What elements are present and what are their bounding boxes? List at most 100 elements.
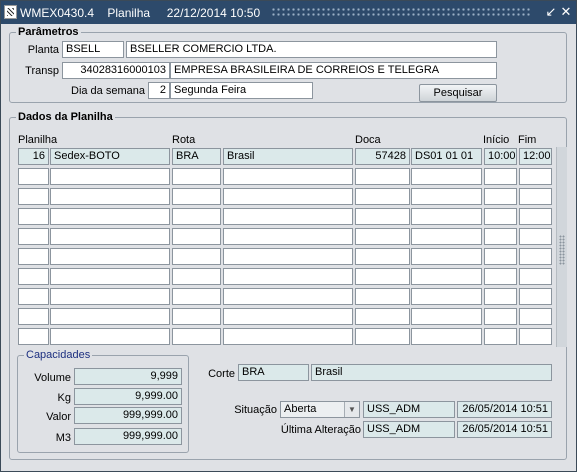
dia-num-field[interactable]: 2	[148, 82, 170, 99]
grid-cell-inicio[interactable]	[484, 208, 517, 225]
grid-cell-doca-name[interactable]	[411, 288, 482, 305]
grid-cell-desc[interactable]	[50, 168, 170, 185]
grid-cell-desc[interactable]	[50, 228, 170, 245]
grid-cell-rota[interactable]	[172, 308, 221, 325]
grid-cell-planilha[interactable]	[18, 208, 49, 225]
close-icon[interactable]: ✕	[559, 4, 573, 20]
title-bar[interactable]: WMEX0430.4 Planilha 22/12/2014 10:50 ↙ ✕	[1, 1, 576, 24]
chevron-down-icon[interactable]: ▼	[344, 402, 359, 417]
situacao-select[interactable]: Aberta ▼	[280, 401, 360, 418]
grid-cell-planilha[interactable]	[18, 248, 49, 265]
situacao-user-field[interactable]: USS_ADM	[363, 401, 455, 418]
ultima-user-field[interactable]: USS_ADM	[363, 421, 455, 438]
grid-cell-doca[interactable]	[355, 328, 410, 345]
pesquisar-button[interactable]: Pesquisar	[419, 84, 497, 102]
grid-cell-rota-name[interactable]	[223, 308, 353, 325]
ultima-date-field[interactable]: 26/05/2014 10:51	[457, 421, 552, 438]
grid-cell-planilha[interactable]	[18, 268, 49, 285]
grid-cell-inicio[interactable]	[484, 328, 517, 345]
grid-cell-doca[interactable]	[355, 288, 410, 305]
grid-cell-rota-name[interactable]: Brasil	[223, 148, 353, 165]
grid-cell-desc[interactable]: Sedex-BOTO	[50, 148, 170, 165]
grid-cell-doca-name[interactable]	[411, 228, 482, 245]
grid-cell-doca[interactable]	[355, 248, 410, 265]
grid-cell-inicio[interactable]	[484, 248, 517, 265]
grid-cell-planilha[interactable]	[18, 168, 49, 185]
grid-cell-desc[interactable]	[50, 188, 170, 205]
grid-cell-planilha[interactable]: 16	[18, 148, 49, 165]
grid-cell-desc[interactable]	[50, 268, 170, 285]
grid-cell-rota-name[interactable]	[223, 248, 353, 265]
grid-cell-rota[interactable]	[172, 228, 221, 245]
grid-cell-doca-name[interactable]	[411, 168, 482, 185]
grid-cell-fim[interactable]	[519, 268, 552, 285]
grid-cell-rota-name[interactable]	[223, 168, 353, 185]
grid-cell-rota-name[interactable]	[223, 268, 353, 285]
grid-cell-rota[interactable]	[172, 168, 221, 185]
grid-cell-rota[interactable]	[172, 248, 221, 265]
m3-field[interactable]: 999,999.00	[74, 428, 182, 445]
grid-cell-doca-name[interactable]	[411, 268, 482, 285]
grid-cell-doca-name[interactable]	[411, 308, 482, 325]
grid-cell-inicio[interactable]	[484, 288, 517, 305]
kg-field[interactable]: 9,999.00	[74, 388, 182, 405]
grid-cell-doca[interactable]	[355, 228, 410, 245]
grid-cell-planilha[interactable]	[18, 288, 49, 305]
grid-cell-desc[interactable]	[50, 288, 170, 305]
grid-cell-inicio[interactable]	[484, 168, 517, 185]
grid-cell-fim[interactable]	[519, 308, 552, 325]
grid-cell-desc[interactable]	[50, 308, 170, 325]
grid-cell-rota-name[interactable]	[223, 288, 353, 305]
grid-cell-rota-name[interactable]	[223, 228, 353, 245]
planta-name-field[interactable]: BSELLER COMERCIO LTDA.	[126, 41, 497, 58]
grid-cell-fim[interactable]	[519, 228, 552, 245]
grid-cell-inicio[interactable]	[484, 308, 517, 325]
grid-cell-rota[interactable]	[172, 188, 221, 205]
grid-cell-desc[interactable]	[50, 208, 170, 225]
grid-cell-fim[interactable]	[519, 168, 552, 185]
grid-cell-fim[interactable]	[519, 248, 552, 265]
transp-name-field[interactable]: EMPRESA BRASILEIRA DE CORREIOS E TELEGRA	[170, 62, 497, 79]
situacao-date-field[interactable]: 26/05/2014 10:51	[457, 401, 552, 418]
grid-cell-desc[interactable]	[50, 248, 170, 265]
grid-cell-doca-name[interactable]	[411, 208, 482, 225]
grid-cell-desc[interactable]	[50, 328, 170, 345]
grid-cell-doca[interactable]: 57428	[355, 148, 410, 165]
grid-cell-rota-name[interactable]	[223, 328, 353, 345]
planta-code-field[interactable]: BSELL	[62, 41, 124, 58]
grid-cell-doca-name[interactable]	[411, 188, 482, 205]
corte-name-field[interactable]: Brasil	[311, 364, 552, 381]
grid-cell-doca[interactable]	[355, 168, 410, 185]
grid-cell-rota[interactable]: BRA	[172, 148, 221, 165]
grid-cell-doca[interactable]	[355, 208, 410, 225]
grid-cell-inicio[interactable]	[484, 268, 517, 285]
grid-cell-planilha[interactable]	[18, 308, 49, 325]
grid-cell-rota-name[interactable]	[223, 208, 353, 225]
grid-cell-rota-name[interactable]	[223, 188, 353, 205]
corte-code-field[interactable]: BRA	[238, 364, 309, 381]
vertical-scrollbar[interactable]	[556, 147, 567, 347]
scrollbar-grip[interactable]	[559, 235, 565, 265]
grid-cell-fim[interactable]	[519, 328, 552, 345]
dia-name-field[interactable]: Segunda Feira	[170, 82, 313, 99]
minimize-icon[interactable]: ↙	[544, 4, 558, 20]
grid-cell-planilha[interactable]	[18, 188, 49, 205]
grid-cell-inicio[interactable]: 10:00	[484, 148, 517, 165]
volume-field[interactable]: 9,999	[74, 368, 182, 385]
transp-code-field[interactable]: 34028316000103	[62, 62, 170, 79]
grid-cell-fim[interactable]	[519, 288, 552, 305]
grid-cell-doca[interactable]	[355, 268, 410, 285]
grid-cell-fim[interactable]	[519, 208, 552, 225]
grid-cell-planilha[interactable]	[18, 228, 49, 245]
grid-cell-planilha[interactable]	[18, 328, 49, 345]
valor-field[interactable]: 999,999.00	[74, 407, 182, 424]
grid-cell-doca-name[interactable]	[411, 248, 482, 265]
grid-cell-doca[interactable]	[355, 308, 410, 325]
grid-cell-rota[interactable]	[172, 268, 221, 285]
grid-cell-doca-name[interactable]	[411, 328, 482, 345]
grid-cell-fim[interactable]: 12:00	[519, 148, 552, 165]
grid-cell-rota[interactable]	[172, 208, 221, 225]
grid-cell-inicio[interactable]	[484, 188, 517, 205]
grid-cell-inicio[interactable]	[484, 228, 517, 245]
grid-cell-fim[interactable]	[519, 188, 552, 205]
